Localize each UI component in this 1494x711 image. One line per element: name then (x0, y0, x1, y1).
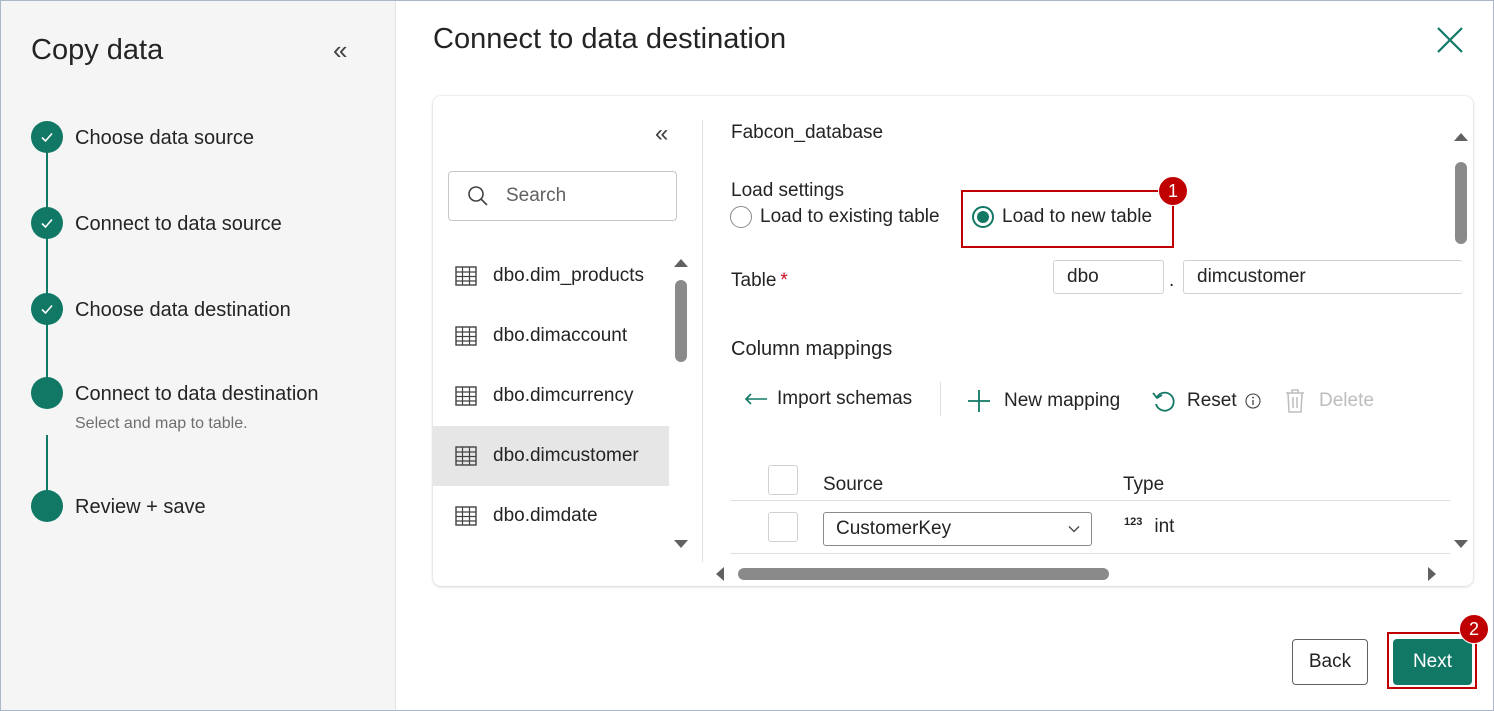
app-window: Copy data « Choose data source Connect t… (0, 0, 1494, 711)
check-icon (31, 121, 63, 153)
search-input[interactable]: Search (448, 171, 677, 221)
annotation-highlight-1 (961, 190, 1174, 248)
source-column-dropdown[interactable]: CustomerKey (823, 512, 1092, 546)
collapse-wizard-icon[interactable]: « (333, 37, 347, 63)
table-list-item-label: dbo.dimaccount (493, 325, 628, 346)
search-icon (468, 186, 488, 206)
pending-step-indicator (31, 490, 63, 522)
table-list-item[interactable]: dbo.dimaccount (433, 306, 669, 366)
toolbar-separator (940, 382, 941, 416)
table-list-item-label: dbo.dimcustomer (493, 445, 639, 466)
select-all-checkbox[interactable] (768, 465, 798, 495)
source-column-header: Source (823, 474, 884, 495)
schema-separator: . (1169, 270, 1175, 291)
load-settings-label: Load settings (731, 180, 845, 201)
type-cell: 123 int (1124, 516, 1174, 538)
grid-divider (730, 553, 1450, 554)
table-icon (455, 386, 477, 406)
plus-icon (968, 390, 990, 412)
page-title: Connect to data destination (433, 23, 787, 55)
check-icon (31, 207, 63, 239)
horizontal-scrollbar-thumb[interactable] (738, 568, 1109, 580)
type-value: int (1154, 516, 1175, 537)
step-review-save: Review + save (75, 496, 206, 518)
table-icon (455, 446, 477, 466)
info-icon[interactable] (1245, 393, 1261, 409)
scroll-down-icon[interactable] (674, 540, 688, 548)
database-name: Fabcon_database (731, 122, 884, 143)
table-list-item-selected[interactable]: dbo.dimcustomer (433, 426, 669, 486)
radio-unchecked-icon (730, 206, 752, 228)
destination-card: « Search dbo.dim_products dbo.dimaccount… (433, 96, 1473, 586)
step-choose-data-source: Choose data source (75, 127, 255, 149)
arrow-left-icon (744, 393, 767, 405)
source-column-value: CustomerKey (836, 518, 952, 539)
table-list-item-label: dbo.dimcurrency (493, 385, 634, 406)
step-sublabel: Select and map to table. (75, 415, 248, 432)
scroll-up-icon[interactable] (674, 259, 688, 267)
step-choose-data-destination: Choose data destination (75, 299, 291, 321)
import-schemas-button[interactable]: Import schemas (743, 388, 912, 410)
delete-button[interactable]: Delete (1283, 388, 1374, 414)
scroll-down-icon[interactable] (1454, 540, 1468, 548)
annotation-badge-1: 1 (1158, 176, 1188, 206)
scroll-left-icon[interactable] (716, 567, 724, 581)
table-list-item[interactable]: dbo.dim_products (433, 246, 669, 306)
wizard-title: Copy data (31, 34, 164, 66)
number-type-icon: 123 (1124, 516, 1143, 528)
back-button[interactable]: Back (1292, 639, 1368, 685)
trash-icon (1286, 389, 1304, 413)
column-mappings-title: Column mappings (731, 338, 893, 360)
step-connector (46, 435, 48, 493)
current-step-indicator (31, 377, 63, 409)
table-list-item-label: dbo.dimdate (493, 505, 598, 526)
search-placeholder: Search (506, 185, 567, 206)
wizard-pane: Copy data « Choose data source Connect t… (1, 1, 396, 710)
table-list-item[interactable]: dbo.dimcurrency (433, 366, 669, 426)
pane-divider (702, 120, 703, 562)
radio-load-existing[interactable]: Load to existing table (730, 206, 940, 228)
scroll-up-icon[interactable] (1454, 133, 1468, 141)
step-connect-data-source: Connect to data source (75, 213, 282, 235)
annotation-badge-2: 2 (1459, 614, 1489, 644)
table-field-label: Table * (731, 270, 788, 291)
step-connector (46, 323, 48, 381)
table-list-item-label: dbo.dim_products (493, 265, 645, 286)
chevron-down-icon (1068, 526, 1080, 533)
row-checkbox[interactable] (768, 512, 798, 542)
list-scrollbar-thumb[interactable] (675, 280, 687, 362)
new-mapping-button[interactable]: New mapping (966, 388, 1120, 414)
radio-load-existing-label: Load to existing table (760, 206, 940, 227)
table-icon (455, 326, 477, 346)
collapse-list-icon[interactable]: « (655, 122, 668, 146)
scroll-right-icon[interactable] (1428, 567, 1436, 581)
grid-divider (730, 500, 1450, 501)
step-connect-data-destination: Connect to data destination (75, 383, 319, 405)
settings-scrollbar-thumb[interactable] (1455, 162, 1467, 244)
schema-input[interactable]: dbo (1053, 260, 1164, 294)
table-list-item[interactable]: dbo.dimdate (433, 486, 669, 546)
check-icon (31, 293, 63, 325)
reset-button[interactable]: Reset (1151, 388, 1261, 414)
close-icon[interactable] (1433, 23, 1467, 57)
reset-icon (1152, 391, 1175, 412)
type-column-header: Type (1123, 474, 1165, 495)
table-icon (455, 506, 477, 526)
table-icon (455, 266, 477, 286)
table-name-input[interactable]: dimcustomer (1183, 260, 1463, 294)
